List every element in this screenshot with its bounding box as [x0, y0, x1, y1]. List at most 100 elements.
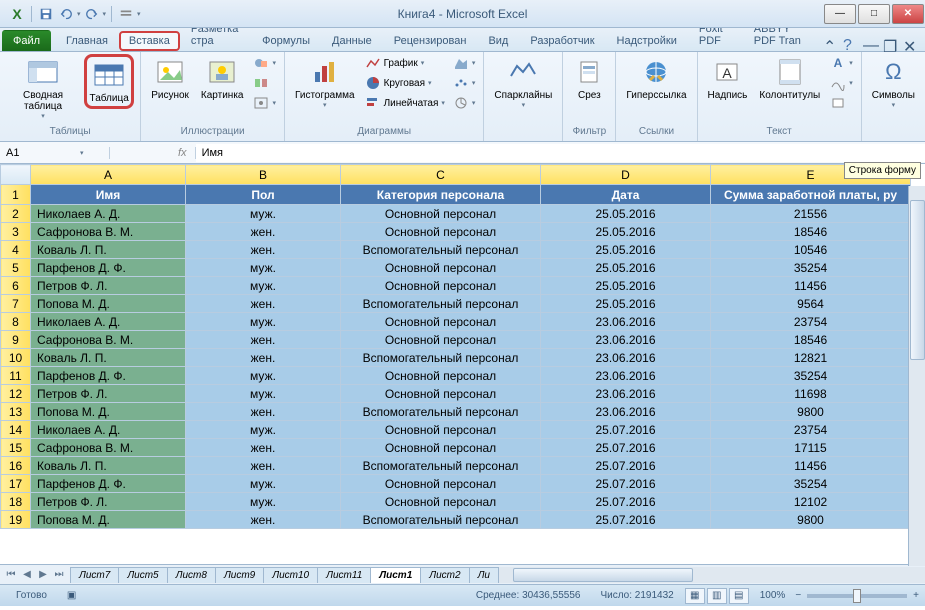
- cell[interactable]: муж.: [186, 259, 341, 277]
- row-header[interactable]: 8: [1, 313, 31, 331]
- tab-view[interactable]: Вид: [477, 30, 519, 51]
- cell[interactable]: 25.07.2016: [541, 493, 711, 511]
- tab-developer[interactable]: Разработчик: [519, 30, 605, 51]
- tab-file[interactable]: Файл: [2, 30, 51, 51]
- vertical-scrollbar[interactable]: [908, 186, 925, 566]
- textbox-button[interactable]: A Надпись: [704, 54, 752, 103]
- cell[interactable]: жен.: [186, 457, 341, 475]
- cell[interactable]: 18546: [711, 331, 911, 349]
- cell[interactable]: 25.07.2016: [541, 511, 711, 529]
- cell[interactable]: 25.07.2016: [541, 457, 711, 475]
- col-header-a[interactable]: A: [31, 165, 186, 185]
- row-header[interactable]: 10: [1, 349, 31, 367]
- cell[interactable]: Основной персонал: [341, 223, 541, 241]
- cell[interactable]: муж.: [186, 421, 341, 439]
- header-cell[interactable]: Категория персонала: [341, 185, 541, 205]
- cell[interactable]: муж.: [186, 277, 341, 295]
- scrollbar-thumb[interactable]: [910, 200, 925, 360]
- cell[interactable]: Николаев А. Д.: [31, 421, 186, 439]
- save-icon[interactable]: [37, 5, 55, 23]
- bar-chart-button[interactable]: Линейчатая ▾: [363, 94, 447, 112]
- col-header-b[interactable]: B: [186, 165, 341, 185]
- row-header[interactable]: 7: [1, 295, 31, 313]
- name-box[interactable]: ▾: [0, 147, 110, 159]
- col-header-d[interactable]: D: [541, 165, 711, 185]
- sparklines-button[interactable]: Спарклайны ▾: [490, 54, 556, 111]
- cell[interactable]: жен.: [186, 223, 341, 241]
- col-header-c[interactable]: C: [341, 165, 541, 185]
- row-header[interactable]: 1: [1, 185, 31, 205]
- worksheet-grid[interactable]: A B C D E 1 Имя Пол Категория персонала …: [0, 164, 925, 564]
- cell[interactable]: Петров Ф. Л.: [31, 385, 186, 403]
- smartart-button[interactable]: [251, 74, 278, 92]
- sheet-nav-prev[interactable]: ◀: [20, 569, 34, 580]
- doc-close-icon[interactable]: ✕: [903, 37, 917, 51]
- cell[interactable]: 23.06.2016: [541, 313, 711, 331]
- cell[interactable]: Основной персонал: [341, 367, 541, 385]
- cell[interactable]: 23754: [711, 313, 911, 331]
- clipart-button[interactable]: Картинка: [197, 54, 248, 103]
- cell[interactable]: Сафронова В. М.: [31, 223, 186, 241]
- fx-icon[interactable]: fx: [170, 147, 196, 159]
- symbols-button[interactable]: Ω Символы ▾: [868, 54, 919, 111]
- cell[interactable]: Основной персонал: [341, 331, 541, 349]
- undo-dropdown[interactable]: ▾: [77, 10, 81, 18]
- row-header[interactable]: 13: [1, 403, 31, 421]
- headerfooter-button[interactable]: Колонтитулы: [755, 54, 824, 103]
- cell[interactable]: Парфенов Д. Ф.: [31, 367, 186, 385]
- redo-dropdown[interactable]: ▾: [103, 10, 107, 18]
- row-header[interactable]: 4: [1, 241, 31, 259]
- cell[interactable]: 35254: [711, 475, 911, 493]
- tab-addins[interactable]: Надстройки: [606, 30, 688, 51]
- cell[interactable]: 9800: [711, 403, 911, 421]
- sheet-tab[interactable]: Лист8: [167, 567, 216, 583]
- cell[interactable]: Вспомогательный персонал: [341, 349, 541, 367]
- tab-insert[interactable]: Вставка: [119, 31, 180, 51]
- sheet-tab[interactable]: Лист7: [70, 567, 119, 583]
- row-header[interactable]: 5: [1, 259, 31, 277]
- cell[interactable]: Парфенов Д. Ф.: [31, 259, 186, 277]
- cell[interactable]: Попова М. Д.: [31, 295, 186, 313]
- zoom-slider[interactable]: [807, 594, 907, 598]
- cell[interactable]: Коваль Л. П.: [31, 349, 186, 367]
- cell[interactable]: муж.: [186, 313, 341, 331]
- tab-review[interactable]: Рецензирован: [383, 30, 478, 51]
- cell[interactable]: Сафронова В. М.: [31, 439, 186, 457]
- cell[interactable]: Основной персонал: [341, 313, 541, 331]
- cell[interactable]: Основной персонал: [341, 439, 541, 457]
- header-cell[interactable]: Имя: [31, 185, 186, 205]
- sheet-tab[interactable]: Лист2: [420, 567, 469, 583]
- header-cell[interactable]: Пол: [186, 185, 341, 205]
- cell[interactable]: Петров Ф. Л.: [31, 277, 186, 295]
- scatter-chart-button[interactable]: ▾: [451, 74, 478, 92]
- sheet-tab[interactable]: Ли: [469, 567, 499, 583]
- cell[interactable]: 11456: [711, 277, 911, 295]
- cell[interactable]: жен.: [186, 331, 341, 349]
- cell[interactable]: Парфенов Д. Ф.: [31, 475, 186, 493]
- cell[interactable]: 12102: [711, 493, 911, 511]
- cell[interactable]: 17115: [711, 439, 911, 457]
- row-header[interactable]: 17: [1, 475, 31, 493]
- macro-record-icon[interactable]: ▣: [57, 590, 86, 601]
- cell[interactable]: 25.07.2016: [541, 475, 711, 493]
- cell[interactable]: жен.: [186, 403, 341, 421]
- scrollbar-thumb[interactable]: [513, 568, 693, 582]
- cell[interactable]: муж.: [186, 385, 341, 403]
- row-header[interactable]: 15: [1, 439, 31, 457]
- cell[interactable]: 25.07.2016: [541, 421, 711, 439]
- view-normal-icon[interactable]: ▦: [685, 588, 705, 604]
- sheet-tab[interactable]: Лист10: [263, 567, 318, 583]
- cell[interactable]: 10546: [711, 241, 911, 259]
- sheet-nav-last[interactable]: ⏭: [52, 569, 66, 580]
- sheet-tab[interactable]: Лист5: [118, 567, 167, 583]
- tab-formulas[interactable]: Формулы: [251, 30, 321, 51]
- object-button[interactable]: [828, 94, 855, 112]
- line-chart-button[interactable]: График ▾: [363, 54, 447, 72]
- screenshot-button[interactable]: ▾: [251, 94, 278, 112]
- cell[interactable]: 23754: [711, 421, 911, 439]
- cell[interactable]: Николаев А. Д.: [31, 313, 186, 331]
- cell[interactable]: жен.: [186, 349, 341, 367]
- minimize-button[interactable]: —: [824, 4, 856, 24]
- cell[interactable]: 25.05.2016: [541, 205, 711, 223]
- cell[interactable]: 25.05.2016: [541, 295, 711, 313]
